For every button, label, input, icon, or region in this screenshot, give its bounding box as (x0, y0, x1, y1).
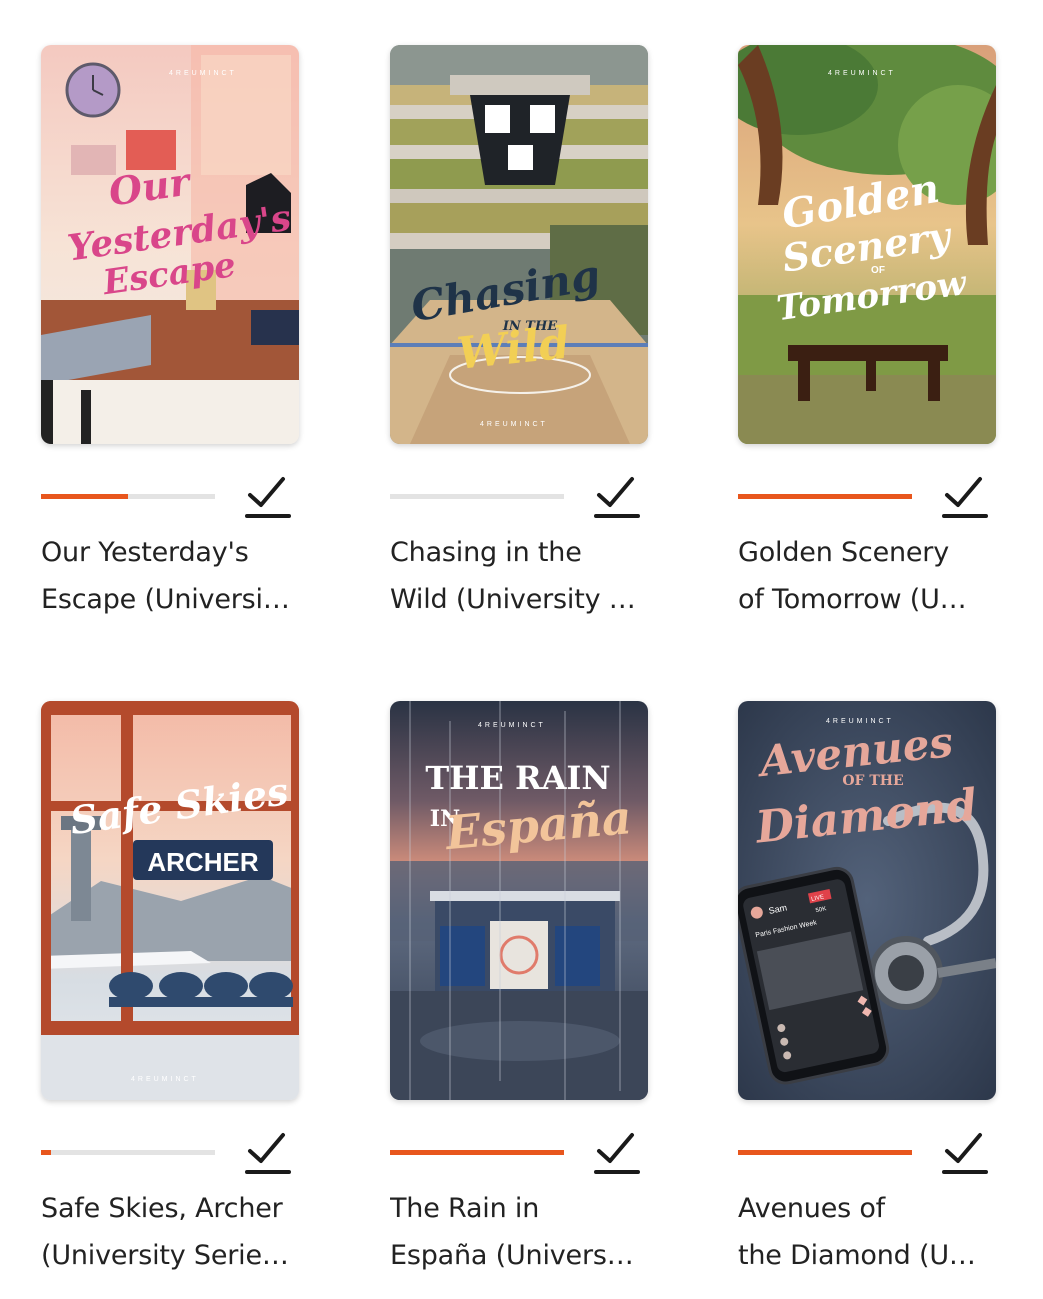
book-title[interactable]: Our Yesterday's Escape (Universi… (41, 529, 303, 623)
book-title[interactable]: The Rain in España (Univers… (390, 1185, 652, 1279)
book-title-line-2: of Tomorrow (U… (738, 584, 967, 615)
reading-progress-fill (41, 1150, 52, 1155)
mark-finished-button[interactable] (942, 1129, 988, 1177)
reading-progress-bar (390, 1150, 564, 1155)
reading-progress-bar (738, 1150, 912, 1155)
book-title-line-2: Escape (Universi… (41, 584, 290, 615)
cover-brand: 4REUMINCT (478, 722, 546, 729)
cover-brand: 4REUMINCT (169, 70, 237, 77)
mark-finished-button[interactable] (594, 473, 640, 521)
mark-finished-button[interactable] (245, 1129, 291, 1177)
cover-title-line: OF THE (842, 773, 903, 789)
mark-finished-button[interactable] (245, 473, 291, 521)
reading-progress-bar (738, 494, 912, 499)
book-cover[interactable]: Sam LIVE 50K Paris Fashion Week Avenues … (738, 701, 996, 1100)
book-cover[interactable]: Our Yesterday's Escape 4REUMINCT (41, 45, 299, 444)
book-cover[interactable]: Golden Scenery OF Tomorrow 4REUMINCT (738, 45, 996, 444)
book-title[interactable]: Avenues of the Diamond (U… (738, 1185, 1000, 1279)
cover-brand: 4REUMINCT (480, 421, 548, 428)
book-title-line-1: Golden Scenery (738, 537, 949, 568)
reading-progress-fill (390, 1150, 564, 1155)
reading-progress-fill (738, 1150, 912, 1155)
reading-progress-fill (41, 494, 128, 499)
cover-brand: 4REUMINCT (828, 70, 896, 77)
mark-finished-button[interactable] (942, 473, 988, 521)
book-title[interactable]: Safe Skies, Archer (University Serie… (41, 1185, 303, 1279)
check-underline-icon (594, 1133, 640, 1174)
book-title-line-2: España (Univers… (390, 1240, 634, 1271)
book-title[interactable]: Golden Scenery of Tomorrow (U… (738, 529, 1000, 623)
book-title-line-1: Chasing in the (390, 537, 582, 568)
mark-finished-button[interactable] (594, 1129, 640, 1177)
book-title-line-1: Our Yesterday's (41, 537, 249, 568)
check-underline-icon (942, 1133, 988, 1174)
check-underline-icon (245, 477, 291, 518)
reading-progress-fill (738, 494, 912, 499)
reading-progress-bar (41, 494, 215, 499)
book-title-line-2: Wild (University … (390, 584, 636, 615)
cover-title-line: ARCHER (147, 847, 258, 877)
cover-title-line: THE RAIN (425, 759, 610, 797)
reading-progress-bar (390, 494, 564, 499)
cover-brand: 4REUMINCT (131, 1076, 199, 1083)
book-title-line-2: (University Serie… (41, 1240, 289, 1271)
book-cover[interactable]: THE RAIN IN España 4REUMINCT (390, 701, 648, 1100)
cover-brand: 4REUMINCT (826, 718, 894, 725)
library-grid: Our Yesterday's Escape 4REUMINCT Our Yes… (0, 0, 1043, 1299)
book-title-line-1: Safe Skies, Archer (41, 1193, 283, 1224)
check-underline-icon (942, 477, 988, 518)
book-title-line-1: The Rain in (390, 1193, 540, 1224)
book-title-line-2: the Diamond (U… (738, 1240, 976, 1271)
check-underline-icon (245, 1133, 291, 1174)
reading-progress-bar (41, 1150, 215, 1155)
book-title[interactable]: Chasing in the Wild (University … (390, 529, 652, 623)
book-cover[interactable]: Safe Skies ARCHER 4REUMINCT (41, 701, 299, 1100)
check-underline-icon (594, 477, 640, 518)
book-title-line-1: Avenues of (738, 1193, 885, 1224)
book-cover[interactable]: Chasing IN THE Wild 4REUMINCT (390, 45, 648, 444)
